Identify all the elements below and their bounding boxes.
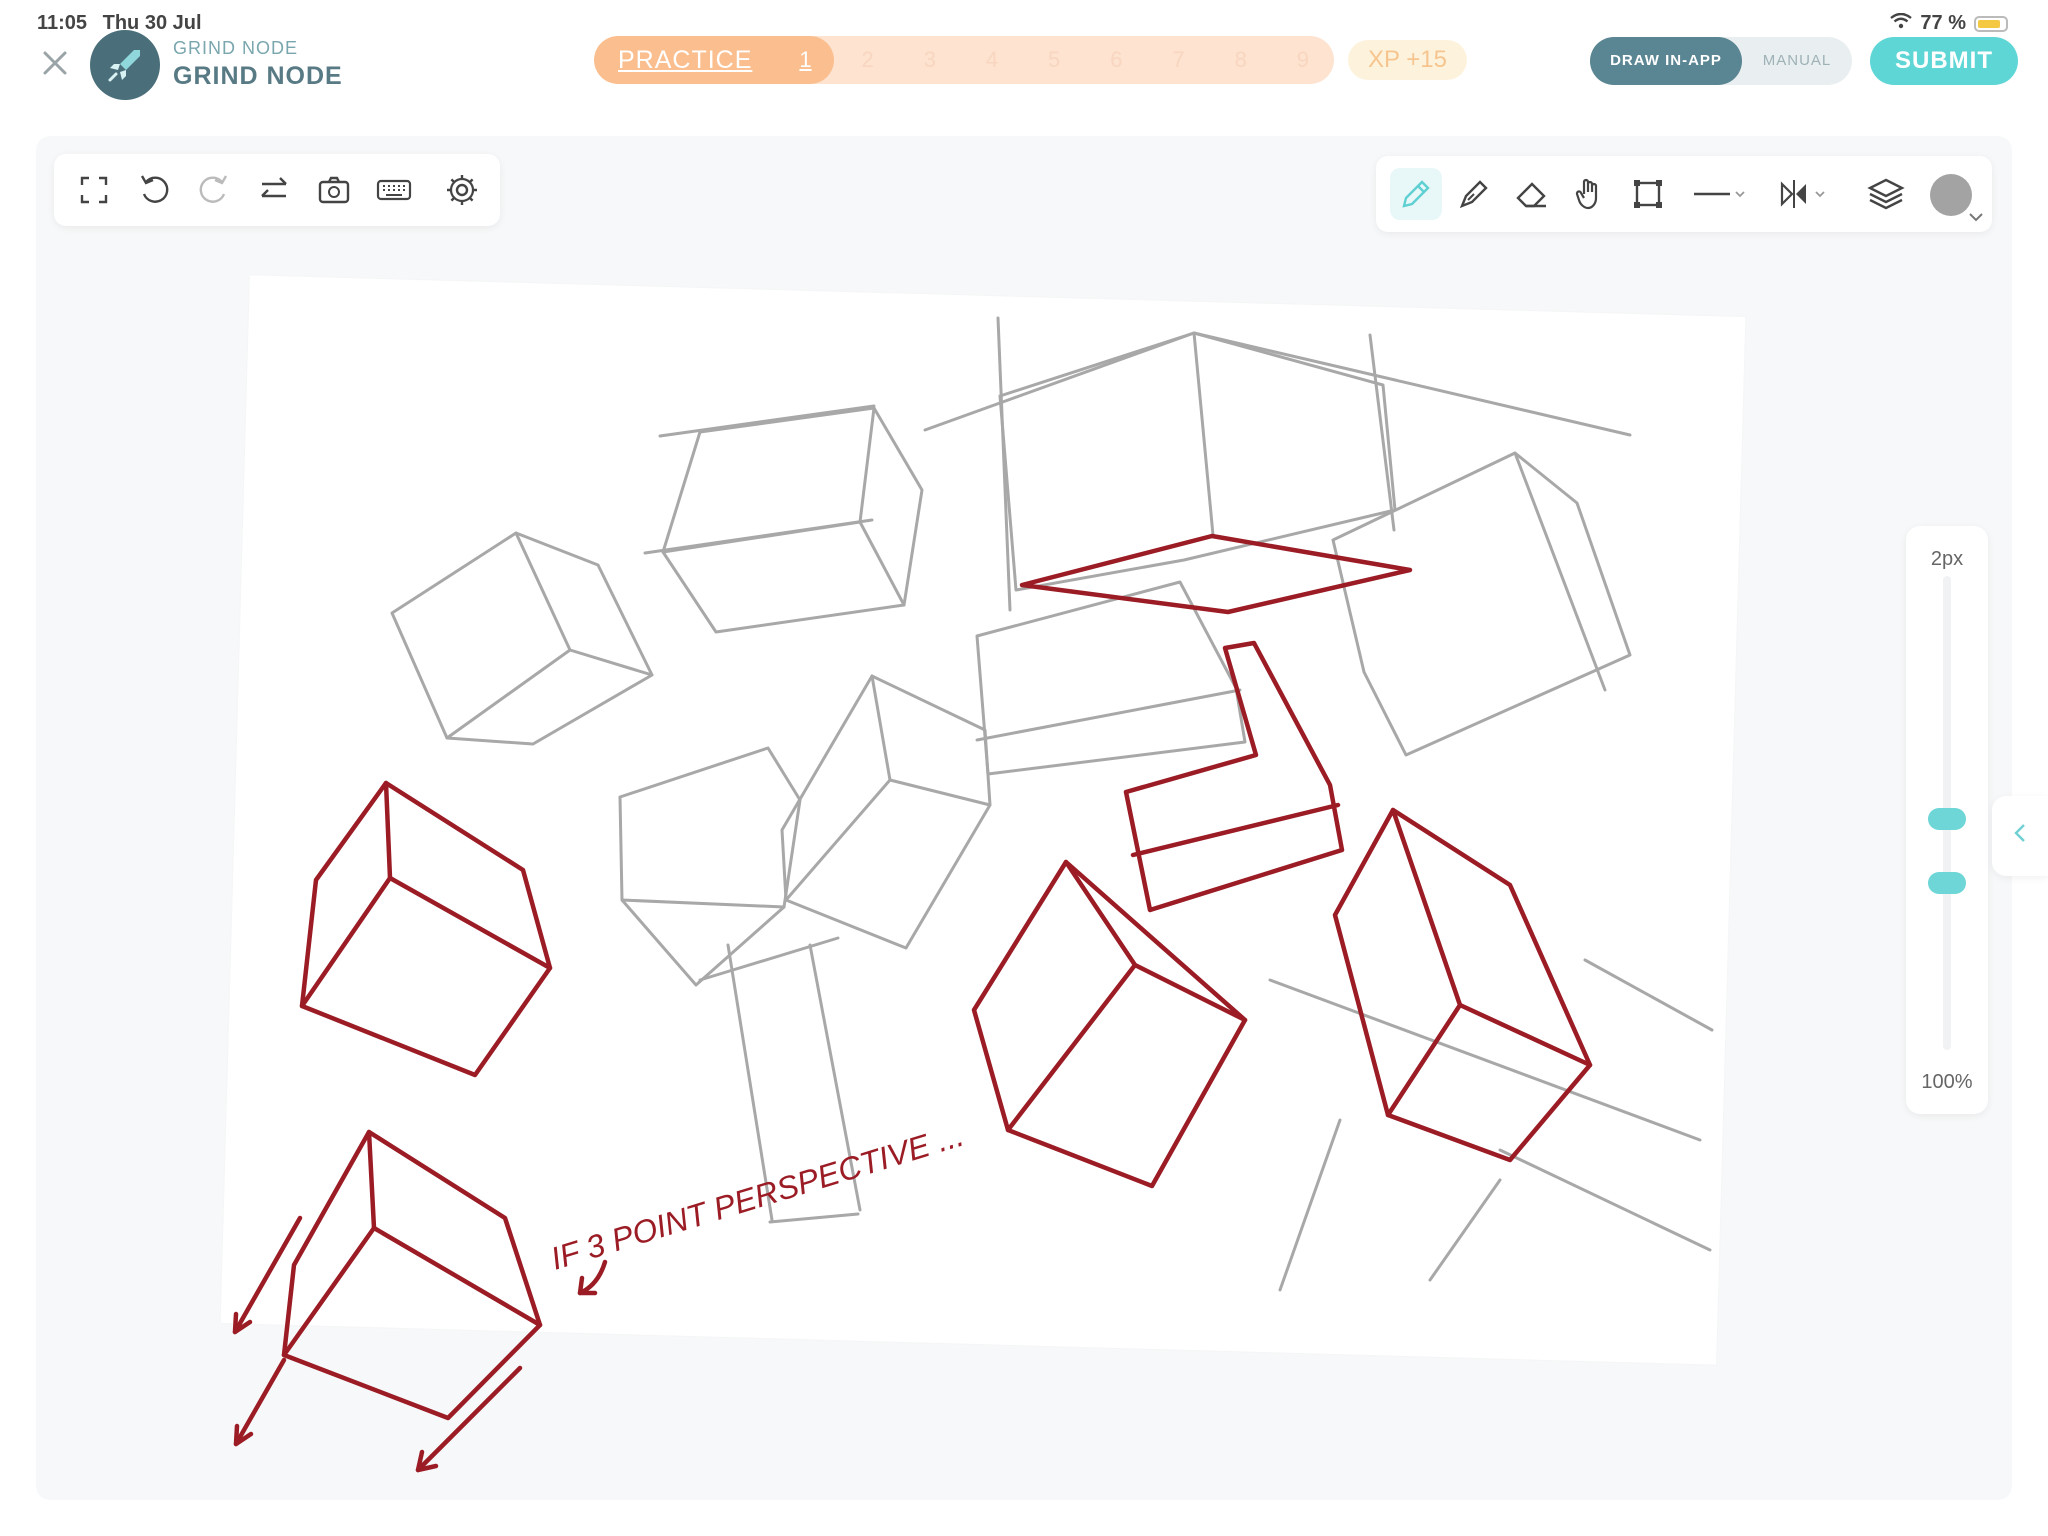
brush-size-label: 2px [1930,548,1964,570]
camera-rotate-icon[interactable] [314,170,354,210]
brush-opacity-label: 100% [1921,1071,1973,1093]
undo-icon[interactable] [134,170,174,210]
swap-icon[interactable] [254,170,294,210]
keyboard-icon[interactable] [374,170,414,210]
chevron-left-icon [2014,824,2025,842]
eraser-icon[interactable] [1512,174,1552,214]
size-slider-thumb[interactable] [1928,808,1966,830]
symmetry-icon[interactable] [1776,174,1836,214]
settings-icon[interactable] [442,170,482,210]
chevron-down-icon[interactable] [1968,210,1984,228]
redo-icon[interactable] [194,170,234,210]
annotation-text: IF 3 POINT PERSPECTIVE ... [547,1117,968,1277]
gray-cube [1331,451,1632,757]
red-cube [971,859,1248,1189]
gray-cube [618,746,802,987]
fullscreen-icon[interactable] [74,170,114,210]
pencil-icon[interactable] [1396,174,1436,214]
red-cube [281,1129,543,1421]
brush-toolbar [1376,156,1992,232]
gray-cube [390,531,654,746]
side-panel-toggle[interactable] [1992,796,2048,876]
red-cube [1332,807,1593,1163]
color-picker[interactable] [1930,174,1972,216]
hand-icon[interactable] [1570,174,1610,214]
line-style-icon[interactable] [1690,174,1750,214]
gray-cube [661,406,924,634]
canvas-toolbar [54,154,500,226]
brush-slider-panel: 2px 100% [1906,526,1988,1114]
red-plane [1019,533,1413,615]
gray-construction [390,316,1714,1292]
red-cube [299,780,553,1078]
red-corrections [232,533,1593,1473]
transform-icon[interactable] [1628,174,1668,214]
pen-icon[interactable] [1454,174,1494,214]
opacity-slider-thumb[interactable] [1928,872,1966,894]
red-box [1123,640,1345,913]
layers-icon[interactable] [1866,174,1906,214]
gray-cube [780,674,992,950]
